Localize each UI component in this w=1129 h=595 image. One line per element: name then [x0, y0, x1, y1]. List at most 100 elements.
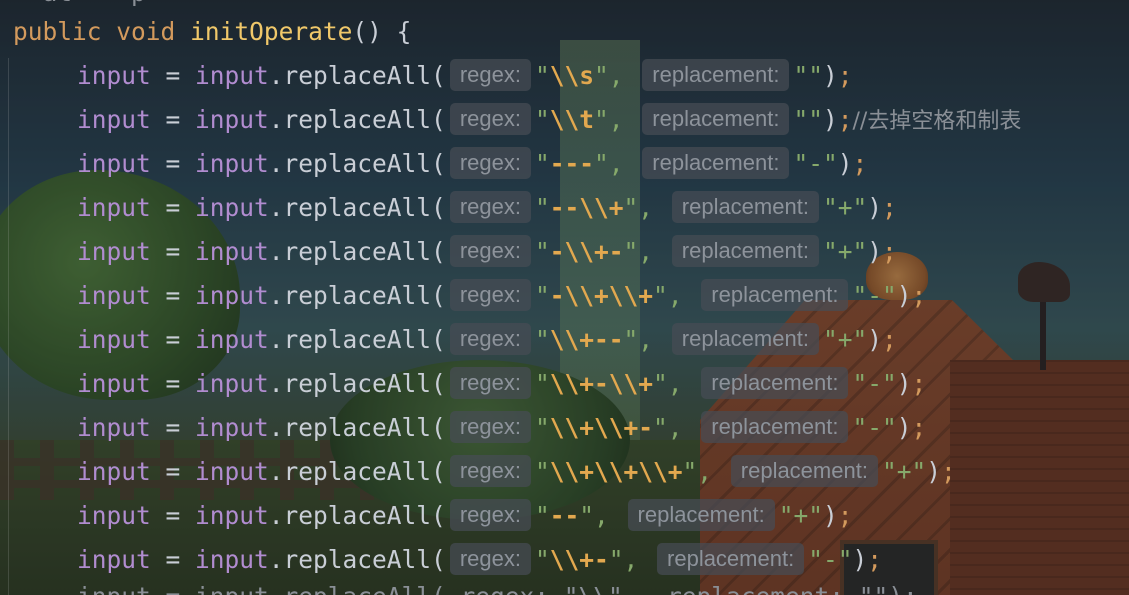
replacement-string: + — [837, 237, 853, 266]
code-token: " — [534, 457, 550, 486]
regex-pattern-string: \\+- — [549, 545, 609, 574]
regex-param-hint: regex: — [449, 279, 531, 311]
regex-pattern-string: \\+-- — [549, 325, 624, 354]
replacement-string: - — [822, 545, 838, 574]
partial-line-bottom: input = input.replaceAll( regex: "\\", r… — [77, 582, 918, 595]
code-line[interactable]: input = input.replaceAll(regex: "--", rep… — [77, 494, 853, 538]
replacement-param-hint: replacement: — [671, 323, 819, 355]
regex-param-hint: regex: — [449, 367, 531, 399]
code-line[interactable]: input = input.replaceAll(regex: "\\+-\\+"… — [77, 362, 926, 406]
lhs-variable: input — [77, 369, 151, 398]
code-token: ) — [823, 501, 838, 530]
code-token: " — [534, 413, 550, 442]
replacement-string: + — [837, 325, 853, 354]
rhs-variable: input — [195, 369, 269, 398]
code-token: " — [852, 325, 868, 354]
code-line[interactable]: input = input.replaceAll(regex: "-\\+\\+"… — [77, 274, 926, 318]
code-token: ) — [852, 545, 868, 574]
rhs-variable: input — [195, 61, 269, 90]
code-token: ", — [608, 545, 654, 574]
code-token: " — [534, 193, 550, 222]
regex-pattern-string: \\+-\\+ — [549, 369, 653, 398]
code-token: = — [150, 105, 196, 134]
lhs-variable: input — [77, 105, 151, 134]
replacement-string: - — [808, 149, 823, 178]
method-call: .replaceAll( — [268, 545, 446, 574]
code-token: " — [534, 369, 550, 398]
rhs-variable: input — [195, 149, 269, 178]
code-line[interactable]: input = input.replaceAll(regex: "---", re… — [77, 142, 867, 186]
code-token: " — [778, 501, 794, 530]
regex-param-hint: regex: — [449, 147, 531, 179]
code-line[interactable]: input = input.replaceAll(regex: "\\+\\+\\… — [77, 450, 956, 494]
code-token: = — [150, 369, 196, 398]
code-token: ; — [882, 193, 897, 222]
code-line[interactable]: input = input.replaceAll(regex: "\\+-", r… — [77, 538, 882, 582]
code-token: ; — [867, 545, 883, 574]
regex-pattern-string: -\\+- — [549, 237, 624, 266]
code-token: " — [852, 193, 868, 222]
code-editor[interactable]: at p public void initOperate() { input =… — [0, 0, 1129, 595]
regex-param-hint: regex: — [449, 103, 531, 135]
code-token: " — [534, 545, 550, 574]
lhs-variable: input — [77, 61, 151, 90]
code-line[interactable]: input = input.replaceAll(regex: "\\s", re… — [77, 54, 853, 98]
method-call: .replaceAll( — [268, 61, 446, 90]
code-token: ; — [911, 281, 927, 310]
code-token: ; — [941, 457, 956, 486]
method-call: .replaceAll( — [268, 413, 446, 442]
code-token: ) — [896, 281, 912, 310]
code-token: " — [881, 413, 897, 442]
code-line[interactable]: input = input.replaceAll(regex: "\\+--", … — [77, 318, 897, 362]
code-token: " — [808, 545, 823, 574]
replacement-param-hint: replacement: — [657, 543, 805, 575]
code-token: " — [534, 281, 550, 310]
lhs-variable: input — [77, 325, 151, 354]
method-call: .replaceAll( — [268, 281, 446, 310]
code-token: ) — [896, 413, 912, 442]
replacement-param-hint: replacement: — [701, 279, 849, 311]
rhs-variable: input — [195, 105, 269, 134]
code-token: ", — [682, 457, 727, 486]
code-token: ; — [882, 237, 897, 266]
method-call: .replaceAll( — [268, 369, 446, 398]
replacement-param-hint: replacement: — [642, 103, 790, 135]
code-token: ", — [623, 193, 668, 222]
lhs-variable: input — [77, 237, 151, 266]
lhs-variable: input — [77, 457, 151, 486]
rhs-variable: input — [195, 413, 269, 442]
code-token: ; — [837, 501, 853, 530]
regex-pattern-string: --- — [549, 149, 594, 178]
keyword-void: void — [116, 17, 176, 46]
method-signature-tail: () { — [352, 17, 412, 46]
code-line[interactable]: input = input.replaceAll(regex: "\\+\\+-"… — [77, 406, 926, 450]
code-line[interactable]: input = input.replaceAll(regex: "-\\+-", … — [77, 230, 897, 274]
code-token: " — [534, 325, 550, 354]
method-call: .replaceAll( — [268, 105, 446, 134]
code-token: ) — [926, 457, 942, 486]
method-name: initOperate — [190, 17, 353, 46]
code-token: ; — [911, 369, 927, 398]
code-token: " — [534, 501, 550, 530]
code-line[interactable]: input = input.replaceAll(regex: "\\t", re… — [77, 98, 1021, 142]
code-token: ) — [837, 149, 853, 178]
lhs-variable: input — [77, 281, 151, 310]
regex-pattern-string: \\t — [549, 105, 594, 134]
code-token: = — [150, 149, 196, 178]
code-token: ) — [896, 369, 912, 398]
code-token: ; — [837, 61, 853, 90]
regex-param-hint: regex: — [449, 455, 531, 487]
indent-guide — [8, 58, 9, 595]
code-token: " — [534, 105, 550, 134]
method-declaration-line[interactable]: public void initOperate() { — [13, 10, 411, 54]
regex-param-hint: regex: — [449, 59, 531, 91]
method-call: .replaceAll( — [268, 149, 446, 178]
code-token: " — [822, 325, 838, 354]
method-call: .replaceAll( — [268, 325, 446, 354]
method-call: .replaceAll( — [268, 193, 446, 222]
regex-param-hint: regex: — [449, 191, 531, 223]
replacement-string: + — [793, 501, 809, 530]
code-line[interactable]: input = input.replaceAll(regex: "--\\+", … — [77, 186, 897, 230]
code-token: " — [881, 369, 897, 398]
regex-param-hint: regex: — [449, 543, 531, 575]
